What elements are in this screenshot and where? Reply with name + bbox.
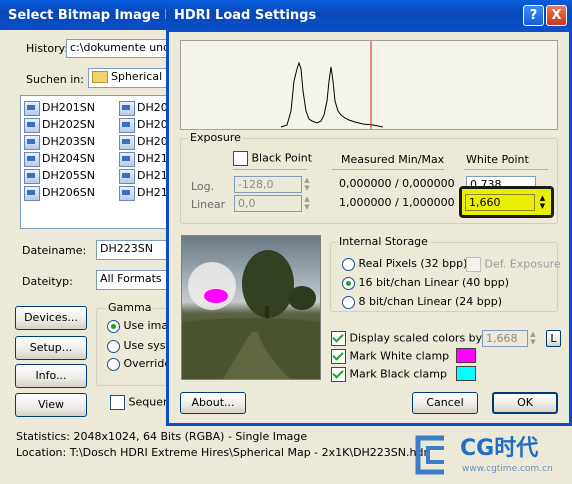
storage-radio[interactable]	[342, 257, 355, 271]
mark-white-check[interactable]	[331, 349, 346, 364]
exposure-divider-3	[464, 169, 548, 170]
display-scaled-field[interactable]: 1,668	[482, 330, 528, 347]
storage-radio[interactable]	[342, 276, 355, 290]
close-button[interactable]: X	[546, 5, 567, 26]
gamma-label: Gamma	[106, 301, 154, 314]
lookin-label: Suchen in:	[26, 73, 84, 86]
view-button[interactable]: View	[15, 393, 87, 417]
history-label: History:	[26, 42, 69, 55]
info-button[interactable]: Info...	[15, 364, 87, 388]
exposure-divider-2	[332, 169, 444, 170]
file-column-1: DH201SN DH202SN DH203SN DH204SN DH205SN …	[24, 99, 95, 201]
gamma-option-1[interactable]: Use imag	[107, 319, 175, 333]
cgtime-logo: CG时代 www.cgtime.com.cn	[402, 426, 572, 484]
measured-log-value: 0,000000 / 0,000000	[339, 177, 455, 190]
file-item[interactable]: DH206SN	[24, 184, 95, 201]
statistics-row: Statistics: 2048x1024, 64 Bits (RGBA) - …	[16, 430, 308, 443]
filetype-label: Dateityp:	[22, 275, 73, 288]
filetype-select[interactable]: All Formats	[96, 270, 170, 290]
cancel-button[interactable]: Cancel	[412, 392, 478, 414]
white-point-linear-field[interactable]: 1,660	[465, 194, 535, 211]
def-exposure-check[interactable]	[466, 257, 481, 272]
ok-button[interactable]: OK	[492, 392, 558, 414]
image-file-icon	[24, 117, 40, 133]
measured-header: Measured Min/Max	[341, 153, 445, 166]
file-item[interactable]: DH204SN	[24, 150, 95, 167]
storage-option-real-pixels[interactable]: Real Pixels (32 bpp)	[342, 257, 467, 271]
histogram-graph	[280, 41, 384, 129]
def-exposure-checkbox[interactable]: Def. Exposure	[466, 257, 561, 272]
gamma-radio[interactable]	[107, 319, 120, 333]
mark-black-checkbox[interactable]: Mark Black clamp	[331, 367, 447, 382]
storage-radio[interactable]	[342, 295, 355, 309]
file-item[interactable]: DH201SN	[24, 99, 95, 116]
gamma-option-3[interactable]: Override	[107, 357, 171, 371]
storage-option-16bit[interactable]: 16 bit/chan Linear (40 bpp)	[342, 276, 509, 290]
file-list[interactable]: DH201SN DH202SN DH203SN DH204SN DH205SN …	[20, 95, 175, 229]
image-file-icon	[119, 100, 135, 116]
hdri-titlebar: HDRI Load Settings	[166, 0, 572, 32]
location-value: T:\Dosch HDRI Extreme Hires\Spherical Ma…	[69, 446, 428, 459]
exposure-label: Exposure	[188, 131, 243, 144]
image-file-icon	[24, 134, 40, 150]
preview-scene	[182, 250, 320, 379]
filename-label: Dateiname:	[22, 244, 87, 257]
image-file-icon	[24, 185, 40, 201]
history-field[interactable]: c:\dokumente und e	[66, 39, 170, 58]
image-file-icon	[24, 100, 40, 116]
image-file-icon	[119, 185, 135, 201]
image-file-icon	[24, 168, 40, 184]
statistics-value: 2048x1024, 64 Bits (RGBA) - Single Image	[73, 430, 308, 443]
white-point-linear-spinner[interactable]: ▲ ▼	[537, 194, 548, 211]
gamma-radio[interactable]	[107, 357, 120, 371]
about-button[interactable]: About...	[180, 392, 246, 414]
image-file-icon	[119, 151, 135, 167]
display-scaled-checkbox[interactable]: Display scaled colors by:	[331, 331, 485, 346]
bg-dialog-title: Select Bitmap Image File	[8, 8, 192, 23]
measured-linear-value: 1,000000 / 1,000000	[339, 196, 455, 209]
mark-white-checkbox[interactable]: Mark White clamp	[331, 349, 449, 364]
gamma-radio[interactable]	[107, 339, 120, 353]
l-button[interactable]: L	[546, 330, 561, 347]
cgtime-logo-mark-icon	[415, 435, 444, 475]
image-file-icon	[119, 117, 135, 133]
linear-label: Linear	[191, 198, 226, 211]
location-row: Location: T:\Dosch HDRI Extreme Hires\Sp…	[16, 446, 428, 459]
image-file-icon	[119, 168, 135, 184]
histogram-panel	[180, 40, 558, 130]
file-item[interactable]: DH203SN	[24, 133, 95, 150]
black-point-log-spinner[interactable]: ▲ ▼	[302, 176, 312, 193]
black-point-linear-spinner[interactable]: ▲ ▼	[302, 195, 312, 212]
white-point-header: White Point	[466, 153, 529, 166]
storage-option-8bit[interactable]: 8 bit/chan Linear (24 bpp)	[342, 295, 502, 309]
hdri-title: HDRI Load Settings	[174, 8, 317, 23]
image-file-icon	[119, 134, 135, 150]
hdri-preview-image	[181, 235, 321, 380]
exposure-divider-1	[233, 169, 307, 170]
help-button[interactable]: ?	[523, 5, 544, 26]
lookin-field[interactable]: Spherical M	[88, 68, 170, 88]
black-point-check[interactable]	[233, 151, 248, 166]
filename-field[interactable]: DH223SN	[96, 240, 170, 260]
black-point-checkbox[interactable]: Black Point	[233, 151, 312, 166]
sequence-check[interactable]	[110, 395, 125, 410]
internal-storage-label: Internal Storage	[337, 235, 430, 248]
devices-button[interactable]: Devices...	[15, 306, 87, 330]
log-label: Log.	[191, 180, 215, 193]
display-scaled-check[interactable]	[331, 331, 346, 346]
folder-icon	[92, 71, 108, 83]
mark-black-check[interactable]	[331, 367, 346, 382]
image-file-icon	[24, 151, 40, 167]
lookin-value: Spherical M	[111, 70, 170, 83]
black-point-linear-field[interactable]: 0,0	[234, 195, 302, 212]
setup-button[interactable]: Setup...	[15, 336, 87, 360]
mark-black-color-swatch[interactable]	[456, 366, 476, 381]
black-point-log-field[interactable]: -128,0	[234, 176, 302, 193]
cgtime-url: www.cgtime.com.cn	[462, 464, 553, 474]
display-scaled-spinner[interactable]: ▲ ▼	[528, 330, 538, 347]
cgtime-logo-text: CG时代	[460, 436, 539, 461]
file-item[interactable]: DH205SN	[24, 167, 95, 184]
file-item[interactable]: DH202SN	[24, 116, 95, 133]
mark-white-color-swatch[interactable]	[456, 348, 476, 363]
